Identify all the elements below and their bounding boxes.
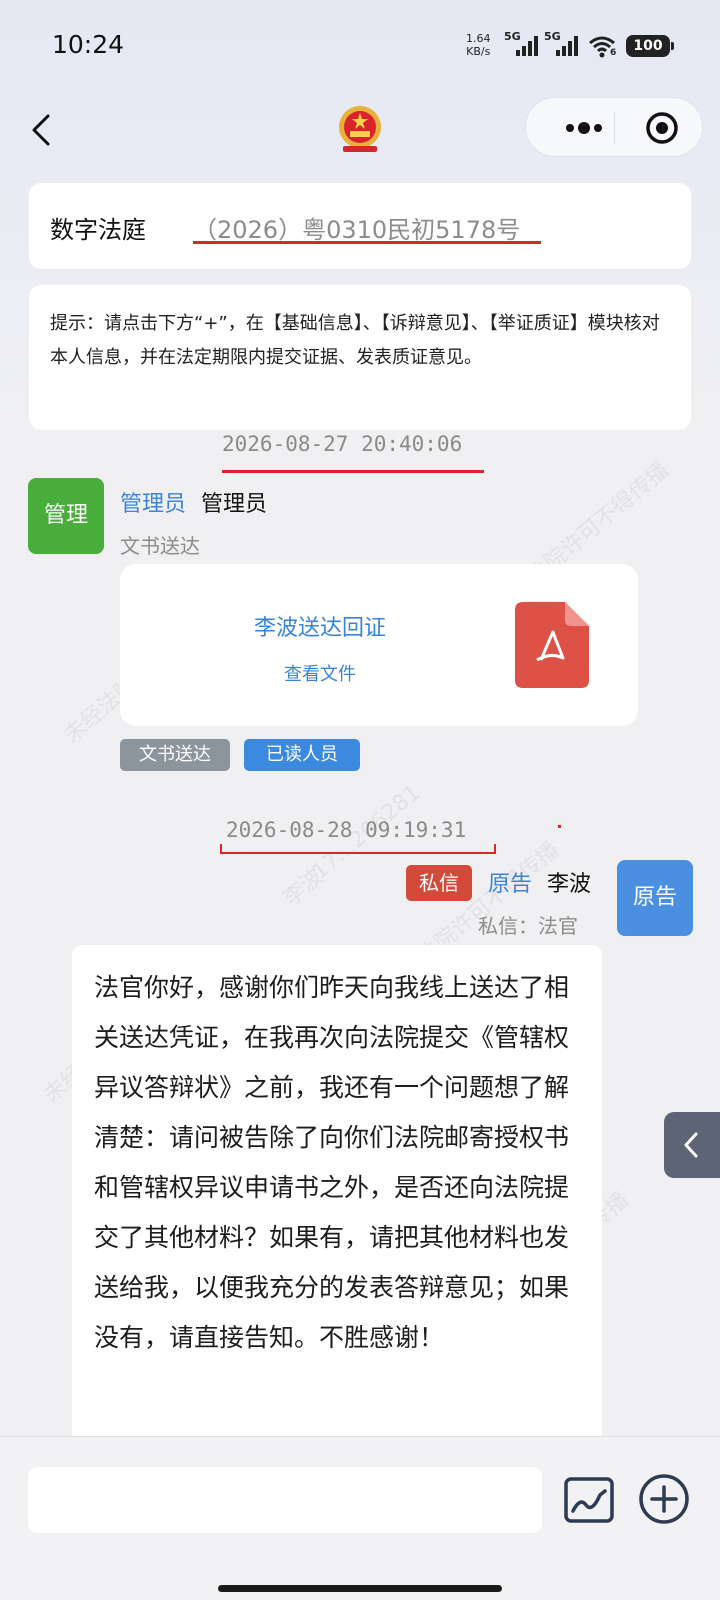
home-indicator [218,1585,502,1592]
pdf-file-icon [515,602,589,688]
capsule-divider [614,112,615,144]
message-timestamp: 2026-08-27 20:40:06 [222,432,463,456]
network-speed-value: 1.64 [466,32,491,45]
mini-program-capsule [525,97,703,157]
timestamp-box [220,844,496,854]
sender-name: 李波 [547,872,592,897]
message-text: 法官你好，感谢你们昨天向我线上送达了相关送达凭证，在我再次向法院提交《管辖权异议… [94,973,570,1352]
avatar-admin[interactable]: 管理 [28,478,104,554]
tip-text: 提示：请点击下方“+”，在【基础信息】、【诉辩意见】、【举证质证】模块核对本人信… [50,313,660,368]
back-arrow-icon [32,114,50,146]
status-time: 10:24 [52,30,125,59]
page-title: 数字法庭 [50,216,146,244]
bottom-input-bar [0,1436,720,1600]
sender-line: 原告 李波 [488,866,591,898]
chevron-left-icon [684,1132,698,1158]
close-mini-program-button[interactable] [632,98,694,158]
sender-role: 管理员 [120,492,187,517]
image-upload-button[interactable] [564,1477,614,1523]
more-dots-icon [566,122,602,134]
case-number-underline [193,241,541,244]
back-button[interactable] [24,104,60,154]
side-panel-toggle[interactable] [664,1112,720,1178]
file-title: 李波送达回证 [253,616,386,641]
sender-line: 管理员 管理员 [120,486,267,518]
more-button[interactable] [550,98,614,158]
sender-name: 管理员 [201,492,268,517]
watermark-name: 李波 [278,864,329,912]
view-file-link[interactable]: 查看文件 [120,660,520,686]
add-button[interactable] [638,1473,690,1525]
message-input[interactable] [28,1467,542,1533]
message-type: 私信：法官 [478,914,578,938]
file-card[interactable]: 李波送达回证 查看文件 [120,564,638,726]
close-mini-program-icon [646,112,678,144]
message-timestamp: 2026-08-28 09:19:31 [226,818,467,842]
message-type: 文书送达 [120,534,200,558]
image-upload-icon [564,1477,614,1523]
private-message-tag: 私信 [406,865,472,901]
tag-read-members[interactable]: 已读人员 [244,739,360,771]
wifi-label: 6 [610,48,617,58]
add-circle-icon [639,1474,689,1524]
case-number: （2026）粤0310民初5178号 [193,216,521,244]
national-emblem-icon [335,104,385,156]
message-bubble: 法官你好，感谢你们昨天向我线上送达了相关送达凭证，在我再次向法院提交《管辖权异议… [72,945,602,1445]
battery-level: 100 [633,38,663,54]
red-dot [558,825,561,828]
status-bar: 10:24 1.64 KB/s 5G 5G 6 100 [0,0,720,92]
tip-card: 提示：请点击下方“+”，在【基础信息】、【诉辩意见】、【举证质证】模块核对本人信… [29,285,691,430]
battery-icon: 100 [626,35,674,57]
network-speed: 1.64 KB/s [466,32,491,58]
case-header-card: 数字法庭 （2026）粤0310民初5178号 [29,183,691,269]
timestamp-underline [222,470,484,473]
tag-document-delivery[interactable]: 文书送达 [120,739,230,771]
sender-role: 原告 [488,872,533,897]
network-speed-unit: KB/s [466,45,491,58]
wifi-icon: 6 [588,34,620,58]
avatar-plaintiff[interactable]: 原告 [617,860,693,936]
